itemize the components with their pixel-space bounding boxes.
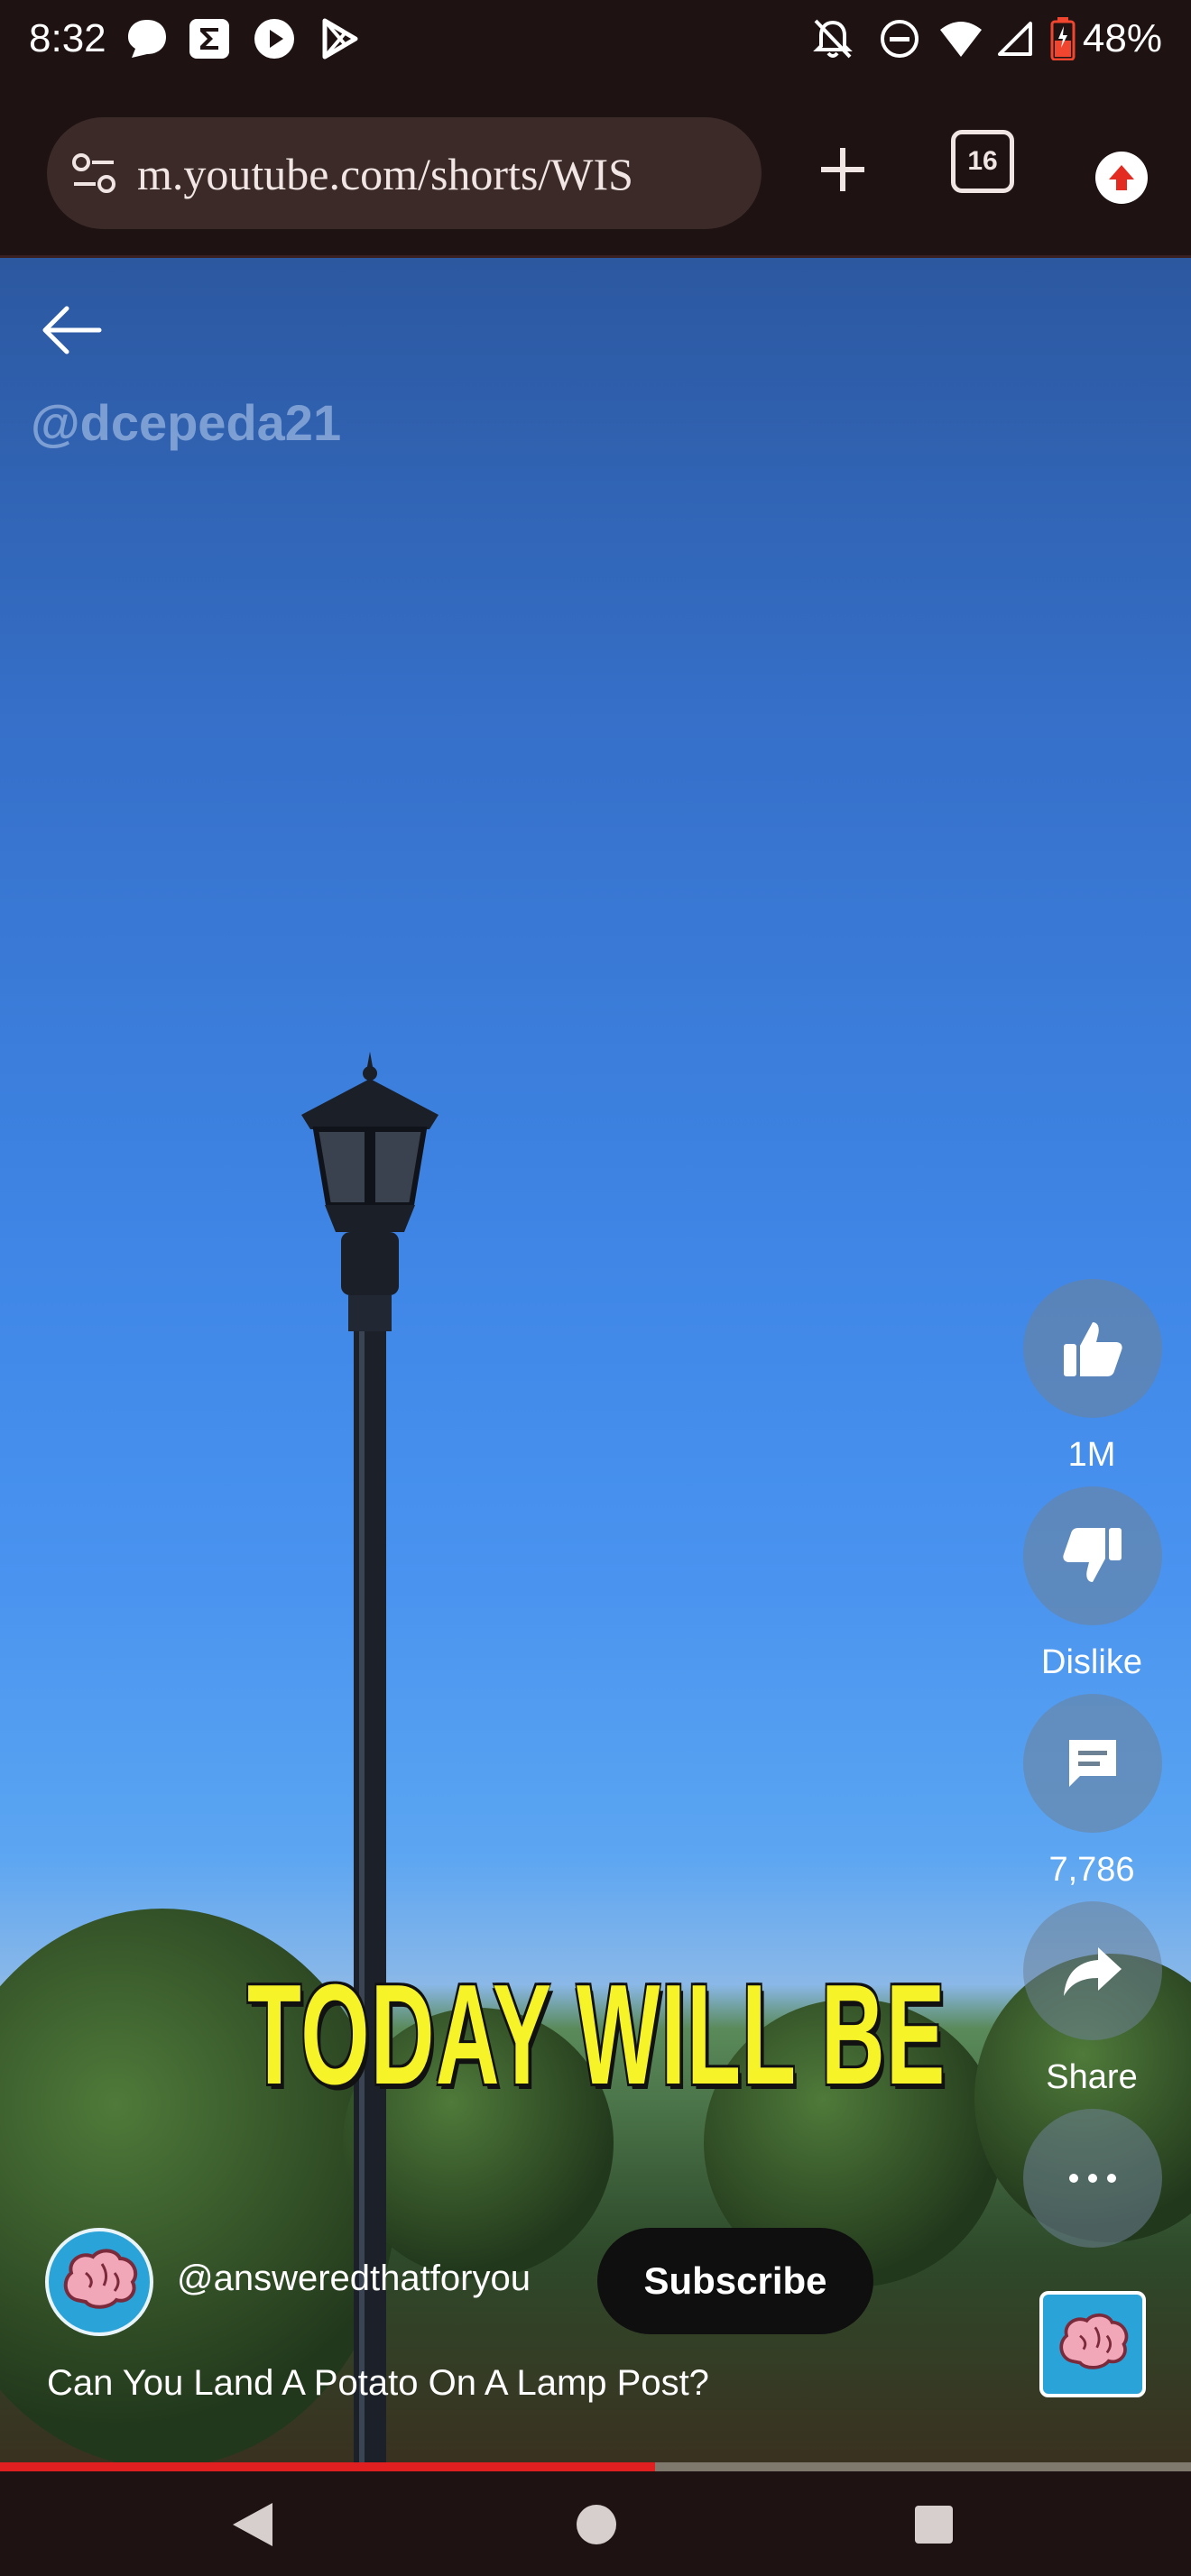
video-progress-bar[interactable]: [0, 2462, 1191, 2471]
wifi-icon: [938, 16, 983, 61]
sound-thumbnail[interactable]: [1039, 2291, 1146, 2397]
channel-handle[interactable]: @answeredthatforyou: [177, 2259, 531, 2299]
site-settings-icon[interactable]: [70, 152, 117, 199]
system-navigation-bar: [0, 2471, 1191, 2576]
brain-icon: [63, 2249, 138, 2309]
like-button[interactable]: [1023, 1279, 1162, 1418]
like-count: 1M: [1067, 1436, 1116, 1474]
play-store-icon: [319, 16, 361, 61]
comment-count: 7,786: [1048, 1851, 1135, 1889]
address-bar[interactable]: m.youtube.com/shorts/WIS: [47, 117, 762, 229]
status-time: 8:32: [29, 16, 106, 60]
new-tab-button[interactable]: [799, 126, 886, 213]
back-button[interactable]: [36, 294, 108, 366]
video-progress-fill: [0, 2462, 655, 2471]
nav-home-button[interactable]: [565, 2493, 628, 2556]
do-not-disturb-icon: [879, 16, 920, 61]
nav-back-button[interactable]: [220, 2493, 283, 2556]
arrow-back-icon: [42, 306, 102, 354]
url-text: m.youtube.com/shorts/WIS: [137, 149, 633, 199]
nav-recents-button[interactable]: [902, 2493, 965, 2556]
comments-button[interactable]: [1023, 1694, 1162, 1833]
play-circle-icon: [253, 16, 296, 61]
more-options-button[interactable]: [1023, 2109, 1162, 2248]
video-title[interactable]: Can You Land A Potato On A Lamp Post?: [47, 2363, 709, 2404]
thumbs-down-icon: [1063, 1528, 1122, 1582]
status-bar: 8:32 48%: [0, 0, 1191, 78]
thumbs-up-icon: [1064, 1322, 1122, 1376]
chat-bubble-icon: [125, 16, 170, 61]
tab-switcher-button[interactable]: 16: [951, 130, 1014, 193]
square-recents-icon: [915, 2506, 953, 2544]
shorts-video-player[interactable]: @dcepeda21 TODAY WILL BE 1M Dislike 7,78…: [0, 258, 1191, 2471]
share-label: Share: [1046, 2058, 1138, 2096]
more-horizontal-icon: [1069, 2174, 1116, 2183]
plus-icon: [821, 148, 864, 191]
signal-icon: [996, 16, 1034, 61]
battery-percentage: 48%: [1082, 16, 1162, 60]
battery-icon: [1050, 16, 1076, 61]
share-button[interactable]: [1023, 1901, 1162, 2040]
browser-toolbar: m.youtube.com/shorts/WIS 16: [0, 78, 1191, 258]
dislike-label: Dislike: [1041, 1643, 1142, 1681]
comment-icon: [1069, 1740, 1116, 1787]
sigma-icon: [188, 16, 231, 61]
subscribe-button[interactable]: Subscribe: [597, 2228, 873, 2334]
dislike-button[interactable]: [1023, 1486, 1162, 1625]
brain-icon: [1059, 2313, 1129, 2369]
notifications-off-icon: [812, 16, 854, 61]
triangle-back-icon: [233, 2503, 272, 2546]
channel-avatar[interactable]: [45, 2228, 153, 2336]
video-watermark: @dcepeda21: [31, 394, 342, 451]
browser-update-button[interactable]: [1095, 152, 1148, 204]
update-arrow-icon: [1109, 165, 1134, 190]
share-arrow-icon: [1064, 1947, 1122, 1996]
circle-home-icon: [577, 2505, 616, 2544]
video-caption: TODAY WILL BE: [247, 1955, 946, 2114]
